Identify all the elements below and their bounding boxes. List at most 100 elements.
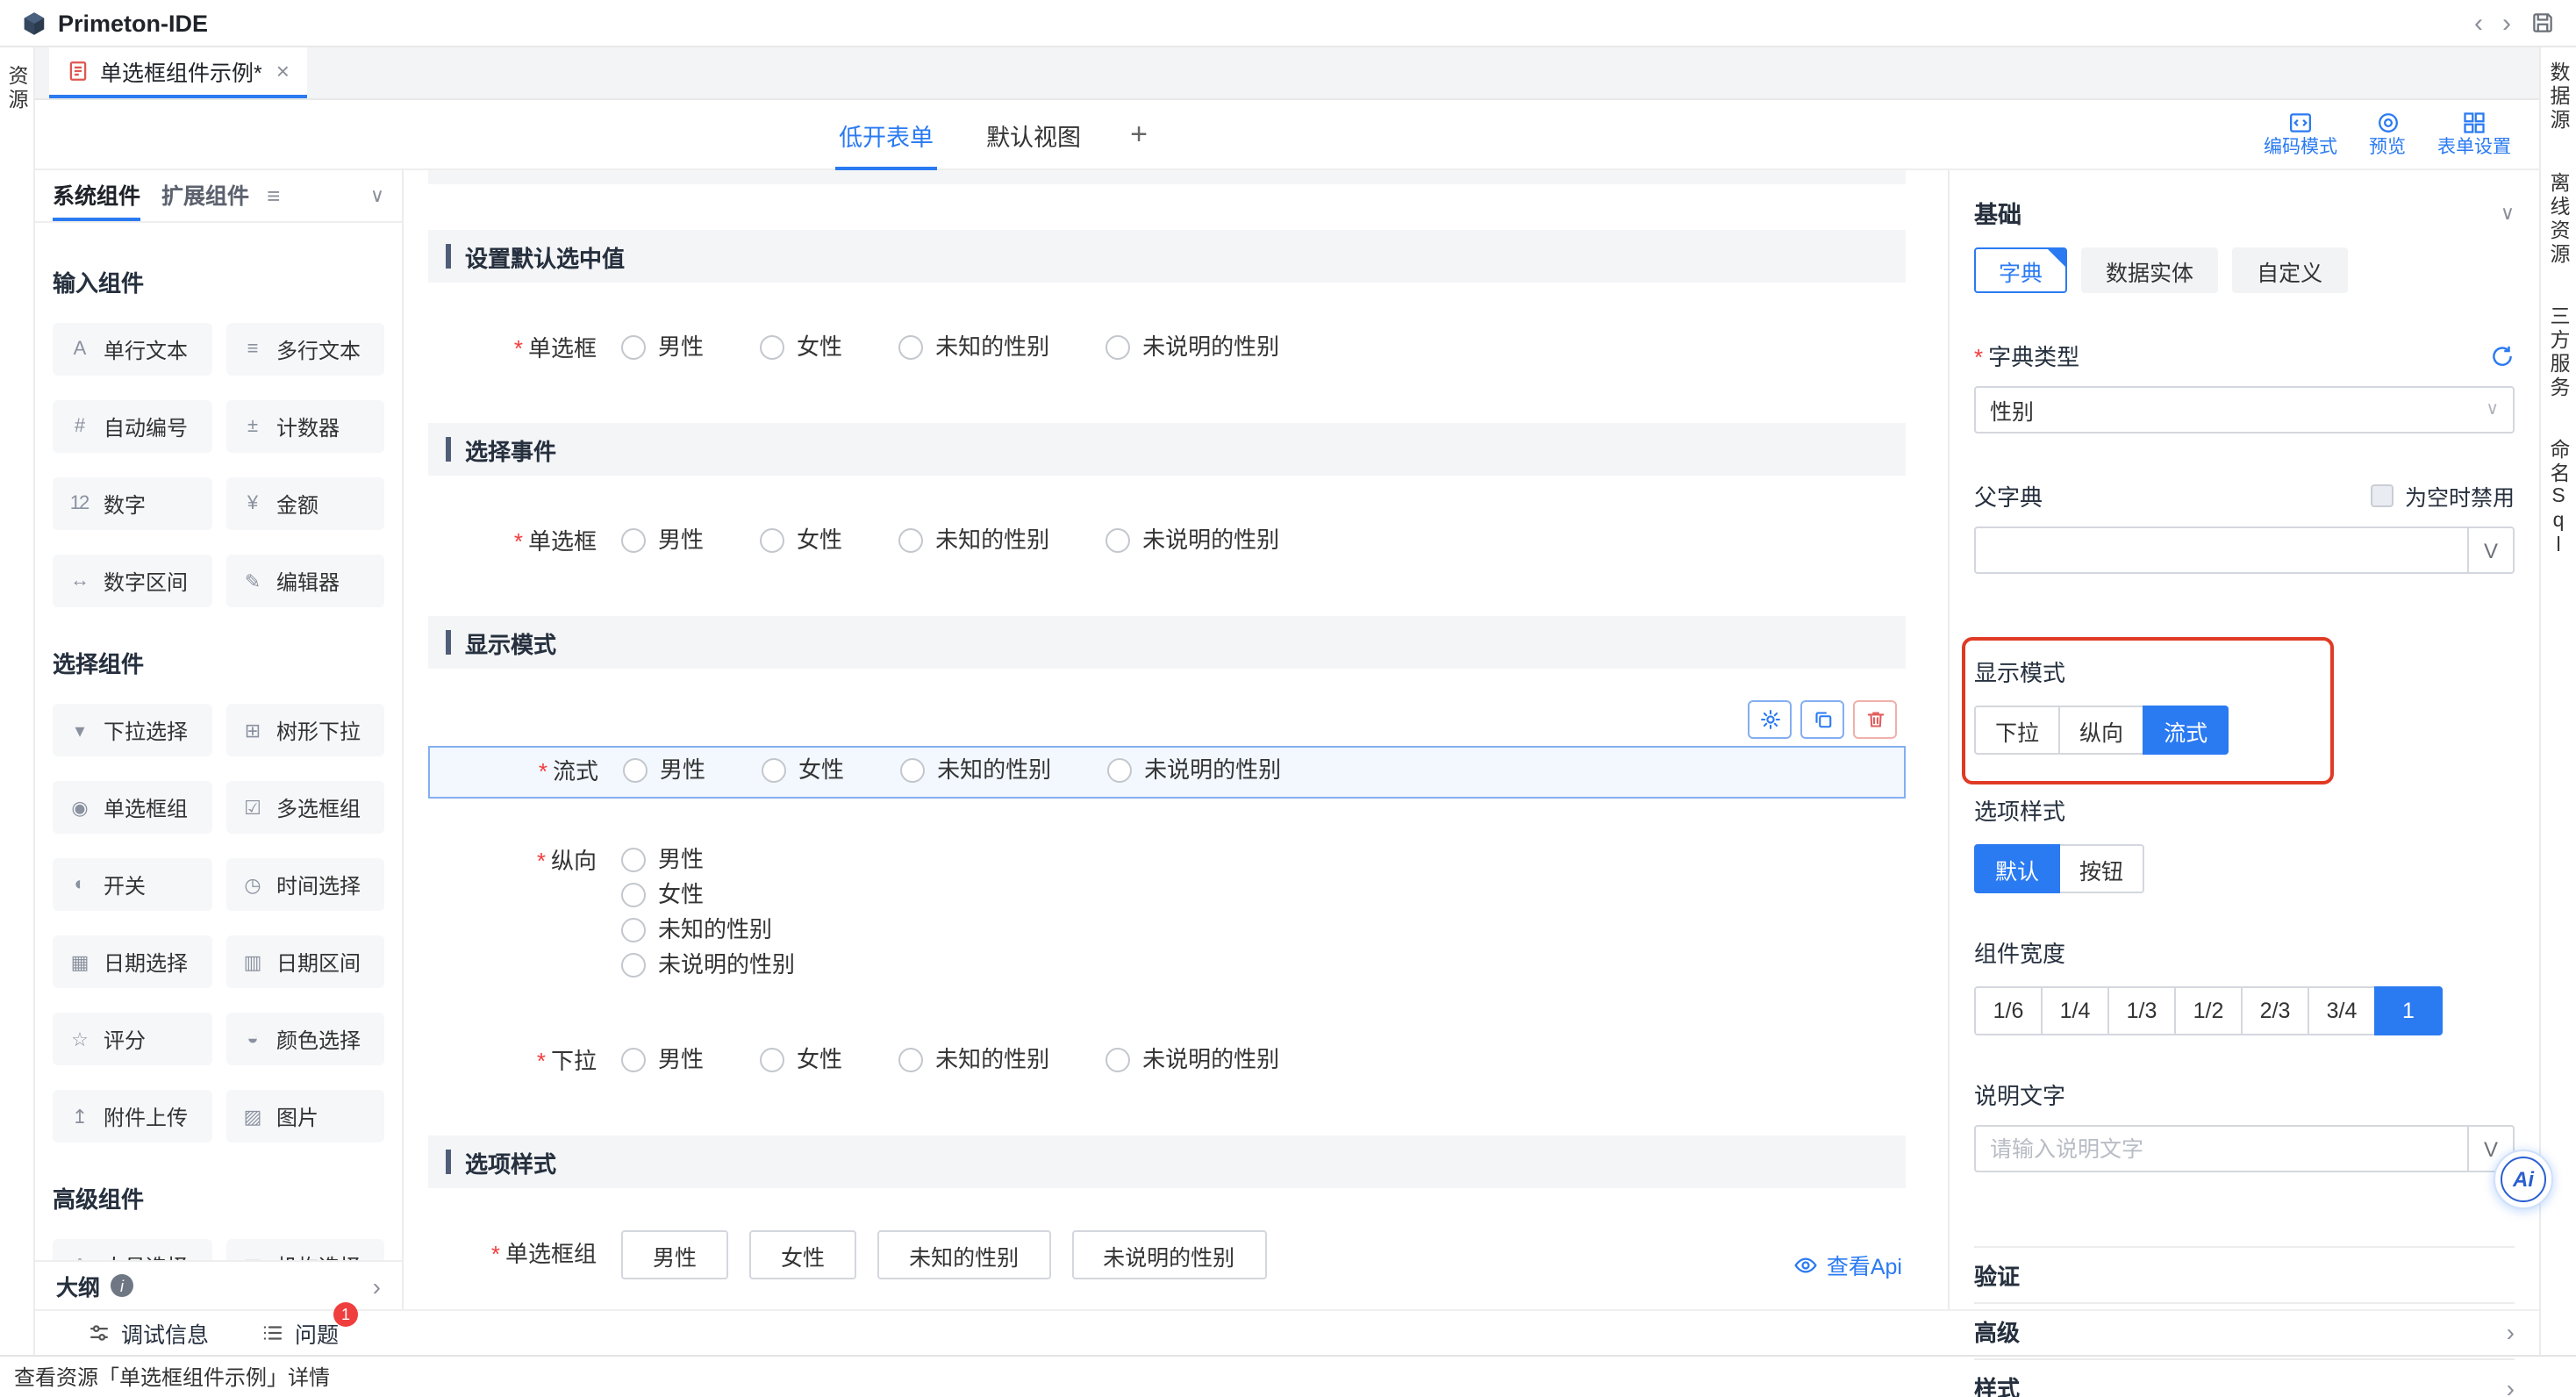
component-width-group-option[interactable]: 3/4 (2308, 986, 2376, 1035)
radio-option[interactable]: 未说明的性别 (1106, 332, 1279, 363)
right-rail-item[interactable]: 数据源 (2544, 61, 2572, 133)
option-style-group-option[interactable]: 默认 (1974, 844, 2060, 893)
component-width-group-option[interactable]: 1 (2374, 986, 2443, 1035)
debug-info-button[interactable]: 调试信息 (88, 1316, 209, 1350)
option-button[interactable]: 男性 (621, 1230, 728, 1279)
palette-item[interactable]: ⊞树形下拉 (225, 704, 384, 756)
palette-item[interactable]: ▨图片 (225, 1090, 384, 1143)
palette-item[interactable]: ☆评分 (53, 1013, 211, 1065)
display-mode-group-option[interactable]: 下拉 (1974, 706, 2060, 755)
ai-assistant-button[interactable]: Ai (2494, 1150, 2553, 1209)
inspector-section-row[interactable]: 样式› (1974, 1358, 2515, 1397)
palette-item[interactable]: #自动编号 (53, 400, 211, 453)
palette-item[interactable]: 12数字 (53, 477, 211, 530)
palette-item[interactable]: ◒颜色选择 (225, 1013, 384, 1065)
radio-option[interactable]: 未知的性别 (900, 755, 1051, 786)
option-button[interactable]: 未知的性别 (877, 1230, 1050, 1279)
radio-option[interactable]: 未知的性别 (898, 525, 1049, 556)
radio-option[interactable]: 未知的性别 (898, 332, 1049, 363)
description-input[interactable] (1974, 1125, 2467, 1172)
option-style-group-option[interactable]: 按钮 (2058, 844, 2144, 893)
component-width-group-option[interactable]: 2/3 (2241, 986, 2309, 1035)
display-mode-group-option[interactable]: 流式 (2143, 706, 2229, 755)
radio-option[interactable]: 男性 (621, 1044, 704, 1076)
checkbox-icon[interactable] (2372, 484, 2394, 507)
palette-item[interactable]: ♙人员选择 (53, 1239, 211, 1260)
palette-item[interactable]: ↔数字区间 (53, 555, 211, 607)
nav-back-icon[interactable]: ‹ (2474, 10, 2483, 36)
radio-option[interactable]: 未说明的性别 (1106, 525, 1279, 556)
palette-tab[interactable]: 扩展组件 (161, 170, 249, 221)
inspector-section-row[interactable]: 高级› (1974, 1302, 2515, 1358)
component-width-group-option[interactable]: 1/6 (1974, 986, 2043, 1035)
radio-option[interactable]: 女性 (621, 879, 795, 911)
palette-item[interactable]: ◉单选框组 (53, 781, 211, 834)
component-width-group-option[interactable]: 1/4 (2041, 986, 2109, 1035)
palette-item[interactable]: ✎编辑器 (225, 555, 384, 607)
form-field-row[interactable]: *单选框男性女性未知的性别未说明的性别 (428, 518, 1906, 567)
delete-icon[interactable] (1853, 700, 1897, 739)
option-button[interactable]: 女性 (749, 1230, 856, 1279)
radio-option[interactable]: 男性 (621, 332, 704, 363)
source-tab[interactable]: 数据实体 (2081, 247, 2218, 293)
radio-option[interactable]: 男性 (621, 525, 704, 556)
option-button[interactable]: 未说明的性别 (1071, 1230, 1266, 1279)
palette-item[interactable]: ◫机构选择 (225, 1239, 384, 1260)
left-rail-item-resources[interactable]: 资源 (3, 65, 31, 112)
radio-option[interactable]: 未说明的性别 (1107, 755, 1281, 786)
form-field-row[interactable]: *流式男性女性未知的性别未说明的性别 (428, 746, 1906, 799)
save-icon[interactable] (2530, 11, 2555, 35)
radio-option[interactable]: 女性 (760, 1044, 842, 1076)
radio-option[interactable]: 男性 (623, 755, 705, 786)
preview-button[interactable]: 预览 (2369, 111, 2406, 158)
dict-type-select[interactable]: 性别 ∨ (1974, 386, 2515, 433)
radio-option[interactable]: 未说明的性别 (621, 949, 795, 981)
disable-when-empty[interactable]: 为空时禁用 (2372, 479, 2515, 512)
palette-tab[interactable]: 系统组件 (53, 170, 140, 221)
radio-option[interactable]: 未知的性别 (621, 914, 795, 946)
collapse-palette-icon[interactable]: ∨ (370, 184, 384, 207)
palette-item[interactable]: ▾下拉选择 (53, 704, 211, 756)
radio-option[interactable]: 男性 (621, 844, 795, 876)
palette-item[interactable]: ¥金额 (225, 477, 384, 530)
collapse-basic-icon[interactable]: ∨ (2501, 201, 2515, 224)
right-rail-item[interactable]: 三方服务 (2544, 304, 2572, 399)
palette-item[interactable]: ±计数器 (225, 400, 384, 453)
palette-item[interactable]: ◐开关 (53, 858, 211, 911)
palette-item[interactable]: A单行文本 (53, 323, 211, 376)
form-field-row[interactable]: *单选框组男性女性未知的性别未说明的性别 (428, 1230, 1906, 1286)
component-width-group-option[interactable]: 1/3 (2107, 986, 2176, 1035)
copy-icon[interactable] (1800, 700, 1844, 739)
close-tab-icon[interactable]: × (276, 58, 290, 84)
source-tab[interactable]: 字典 (1974, 247, 2067, 293)
hamburger-icon[interactable]: ≡ (267, 183, 280, 209)
palette-item[interactable]: ◷时间选择 (225, 858, 384, 911)
parent-dict-input[interactable] (1974, 527, 2467, 574)
nav-forward-icon[interactable]: › (2502, 10, 2511, 36)
palette-item[interactable]: ≡多行文本 (225, 323, 384, 376)
inspector-section-row[interactable]: 验证 (1974, 1246, 2515, 1302)
settings-icon[interactable] (1748, 700, 1792, 739)
palette-item[interactable]: ▥日期区间 (225, 935, 384, 988)
radio-option[interactable]: 未说明的性别 (1106, 1044, 1279, 1076)
radio-option[interactable]: 女性 (762, 755, 844, 786)
display-mode-group-option[interactable]: 纵向 (2058, 706, 2144, 755)
radio-option[interactable]: 未知的性别 (898, 1044, 1049, 1076)
code-mode-button[interactable]: 编码模式 (2264, 111, 2337, 158)
form-field-row[interactable]: *下拉男性女性未知的性别未说明的性别 (428, 1037, 1906, 1086)
view-tab-form[interactable]: 低开表单 (835, 99, 937, 169)
radio-option[interactable]: 女性 (760, 332, 842, 363)
form-settings-button[interactable]: 表单设置 (2437, 111, 2511, 158)
palette-item[interactable]: ↥附件上传 (53, 1090, 211, 1143)
source-tab[interactable]: 自定义 (2232, 247, 2347, 293)
palette-item[interactable]: ▦日期选择 (53, 935, 211, 988)
problems-button[interactable]: 问题 1 (261, 1316, 339, 1350)
right-rail-item[interactable]: 离线资源 (2544, 171, 2572, 266)
right-rail-item[interactable]: 命名Sql (2544, 438, 2572, 559)
palette-item[interactable]: ☑多选框组 (225, 781, 384, 834)
view-api-link[interactable]: 查看Api (1793, 1248, 1902, 1281)
sync-icon[interactable] (2490, 343, 2515, 368)
form-field-row[interactable]: *纵向男性女性未知的性别未说明的性别 (428, 837, 1906, 988)
form-field-row[interactable]: *单选框男性女性未知的性别未说明的性别 (428, 325, 1906, 374)
radio-option[interactable]: 女性 (760, 525, 842, 556)
